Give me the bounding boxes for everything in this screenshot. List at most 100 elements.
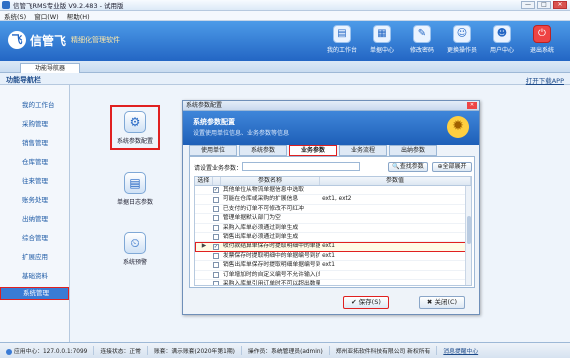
tab-business-flow[interactable]: 业务流程 <box>339 145 387 156</box>
table-row[interactable]: 其他单位从物流单据信息中选取 <box>195 186 471 196</box>
dialog-close-icon[interactable]: ✕ <box>467 102 477 109</box>
topnav-document-center[interactable]: ▦ 单据中心 <box>362 25 402 54</box>
dialog-header-title: 系统参数配置 <box>193 118 235 126</box>
table-row[interactable]: 销售出库单保存时提取明细单据编号到扩展信息数据ext1 <box>195 261 471 271</box>
row-checkbox-cell <box>212 205 221 213</box>
topnav-workbench[interactable]: ▤ 我的工作台 <box>322 25 362 54</box>
sidebar-item-accounts[interactable]: 往来管理 <box>22 175 48 185</box>
menu-system[interactable]: 系统(S) <box>4 11 26 21</box>
table-row[interactable]: 管理单据默认部门为空 <box>195 214 471 224</box>
param-value-cell[interactable]: ext1 <box>320 252 471 260</box>
tab-business-params[interactable]: 业务参数 <box>289 145 337 156</box>
topnav-exit[interactable]: ⏻ 退出系统 <box>522 25 562 54</box>
param-value-cell[interactable] <box>320 224 471 232</box>
sidebar-item-cashier[interactable]: 出纳管理 <box>22 213 48 223</box>
status-company: 郑州亚拓软件科技有限公司 新权所有 <box>330 346 438 355</box>
tab-strip: 功能导航器 <box>0 61 570 73</box>
tab-unit[interactable]: 使用单位 <box>189 145 237 156</box>
row-checkbox-cell <box>212 252 221 260</box>
close-icon: ✖ <box>426 298 433 306</box>
search-input[interactable] <box>242 162 360 171</box>
save-button[interactable]: ✔ 保存(S) <box>343 296 389 309</box>
password-icon: ✎ <box>413 25 431 43</box>
row-indicator <box>195 205 213 213</box>
topnav-label: 退出系统 <box>529 47 554 54</box>
param-value-cell[interactable] <box>320 271 471 279</box>
row-checkbox[interactable] <box>212 271 219 278</box>
col-check <box>213 177 221 185</box>
param-name-cell: 其他单位从物流单据信息中选取 <box>222 187 304 193</box>
row-checkbox[interactable] <box>212 243 219 250</box>
find-params-button[interactable]: 🔍查找参数 <box>388 162 428 172</box>
topnav-label: 用户中心 <box>489 47 514 54</box>
param-name-cell: 采购入库单必须通过到单生成 <box>222 224 299 231</box>
sidebar-item-purchase[interactable]: 采购管理 <box>22 118 48 128</box>
notify-center-link[interactable]: 消息提醒中心 <box>437 346 484 355</box>
tab-cashier-params[interactable]: 出纳参数 <box>389 145 437 156</box>
row-checkbox[interactable] <box>212 234 219 241</box>
sidebar-item-warehouse[interactable]: 仓库管理 <box>22 156 48 166</box>
table-row[interactable]: 采购入库单引用订单时不可以超出数量 <box>195 280 471 285</box>
param-value-cell[interactable] <box>320 214 471 222</box>
menu-help[interactable]: 帮助(H) <box>67 11 90 21</box>
nav-title: 功能导航栏 <box>6 76 41 84</box>
param-name-cell: 已支付的订单不可修改不可红冲 <box>222 205 304 212</box>
topnav-change-password[interactable]: ✎ 修改密码 <box>402 25 442 54</box>
row-indicator <box>195 224 213 232</box>
table-row[interactable]: 发票保存时提取明细中的单据编号到扩展信息数据ext1 <box>195 252 471 262</box>
sidebar-item-workbench[interactable]: 我的工作台 <box>22 99 55 109</box>
tile-document-log[interactable]: ▤ 单据日志参数 <box>112 172 158 206</box>
param-value-cell[interactable] <box>320 205 471 213</box>
close-button[interactable]: ✖ 关闭(C) <box>419 296 465 309</box>
tab-function-navigator[interactable]: 功能导航器 <box>20 63 80 73</box>
status-bar: 应用中心：127.0.0.1:7099 连接状态：正常 账套：满示账套(2020… <box>0 342 570 358</box>
vertical-scrollbar[interactable] <box>465 186 471 285</box>
row-checkbox[interactable] <box>212 281 219 285</box>
table-row[interactable]: 订单增加时的自定义编号不允许输入(单单据编号) <box>195 271 471 280</box>
sidebar-item-general[interactable]: 综合管理 <box>22 232 48 242</box>
tile-system-alert[interactable]: ⏲ 系统预警 <box>112 232 158 266</box>
param-value-cell[interactable]: ext1, ext2 <box>320 195 471 203</box>
status-account: 账套：满示账套(2020年第1期) <box>148 346 242 355</box>
sidebar-item-sales[interactable]: 销售管理 <box>22 137 48 147</box>
param-name-cell: 订单增加时的自定义编号不允许输入(单单据编号) <box>222 271 320 278</box>
param-value-cell[interactable] <box>320 233 471 241</box>
table-row[interactable]: 销售出库单必须通过到单生成 <box>195 233 471 243</box>
header-banner: 飞 信管飞 精细化管理软件 ▤ 我的工作台 ▦ 单据中心 ✎ 修改密码 ☺ 更换操作员 … <box>0 21 570 61</box>
topnav-user-center[interactable]: ☻ 用户中心 <box>482 25 522 54</box>
row-checkbox[interactable] <box>212 187 219 194</box>
param-value-cell[interactable]: ext1 <box>320 242 471 250</box>
table-row[interactable]: 可能在仓库或采购的扩展信息 ext1, ext2 <box>195 195 471 205</box>
table-row[interactable]: ▶ 收付款结算单保存时提取明细中的单据编号到扩展信息数据ext1 <box>195 242 471 252</box>
tile-system-params[interactable]: ⚙ 系统参数配置 <box>110 105 160 150</box>
sidebar-item-system-management[interactable]: 系统管理 <box>0 287 69 300</box>
param-value-cell[interactable] <box>320 280 471 285</box>
download-app-link[interactable]: 打开下载APP <box>526 75 564 85</box>
row-checkbox[interactable] <box>212 224 219 231</box>
row-checkbox[interactable] <box>212 196 219 203</box>
row-checkbox[interactable] <box>212 215 219 222</box>
row-checkbox[interactable] <box>212 252 219 259</box>
expand-all-button[interactable]: ⊕全部展开 <box>432 162 472 172</box>
top-navigation: ▤ 我的工作台 ▦ 单据中心 ✎ 修改密码 ☺ 更换操作员 ☻ 用户中心 ⏻ 退出系统 <box>322 25 562 54</box>
minimize-button[interactable]: — <box>521 1 535 9</box>
menu-window[interactable]: 窗口(W) <box>34 11 59 21</box>
dialog-header-subtitle: 设置使用单位信息、业务参数等信息 <box>193 130 290 137</box>
tab-system-params[interactable]: 系统参数 <box>239 145 287 156</box>
sidebar-item-extensions[interactable]: 扩展应用 <box>22 251 48 261</box>
scroll-thumb[interactable] <box>467 216 471 244</box>
sidebar-item-bookkeeping[interactable]: 账务处理 <box>22 194 48 204</box>
table-row[interactable]: 采购入库单必须通过到单生成 <box>195 224 471 233</box>
close-window-button[interactable]: ✕ <box>553 1 567 9</box>
sidebar-item-basic-data[interactable]: 基础资料 <box>22 270 48 280</box>
tile-label: 系统参数配置 <box>116 138 153 145</box>
row-checkbox[interactable] <box>212 262 219 269</box>
maximize-button[interactable]: □ <box>537 1 551 9</box>
row-checkbox[interactable] <box>212 205 219 212</box>
topnav-switch-operator[interactable]: ☺ 更换操作员 <box>442 25 482 54</box>
topnav-label: 单据中心 <box>369 47 394 54</box>
table-row[interactable]: 已支付的订单不可修改不可红冲 <box>195 205 471 215</box>
dialog-header: 系统参数配置 设置使用单位信息、业务参数等信息 ✹ <box>183 111 479 145</box>
param-value-cell[interactable]: ext1 <box>320 261 471 269</box>
param-value-cell[interactable] <box>320 186 471 194</box>
